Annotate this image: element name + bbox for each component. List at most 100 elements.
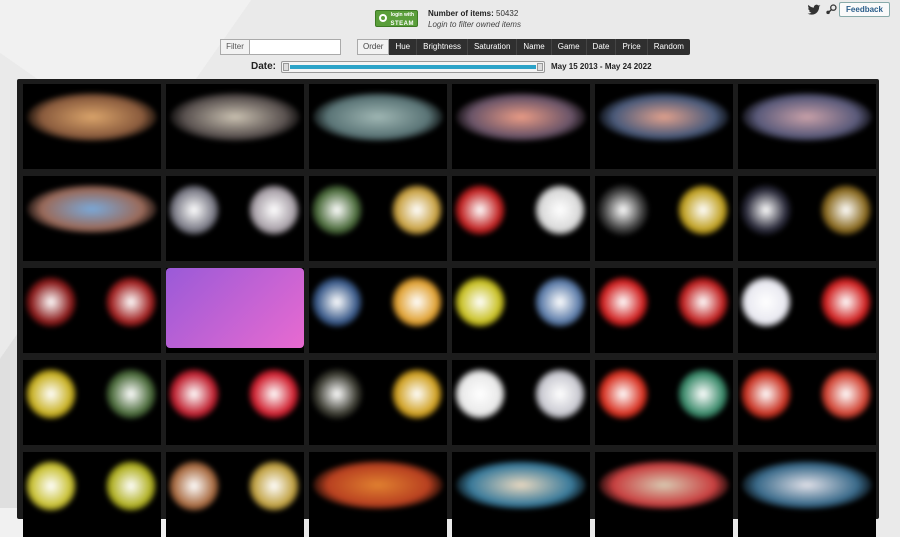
item-count-value: 50432 — [496, 9, 519, 18]
grid-item[interactable] — [166, 176, 304, 261]
date-range-slider[interactable] — [281, 61, 545, 73]
item-thumbnail — [248, 460, 300, 512]
item-thumbnail — [170, 92, 300, 142]
order-random-button[interactable]: Random — [647, 39, 690, 55]
item-thumbnail — [454, 368, 506, 420]
grid-item[interactable] — [738, 360, 876, 445]
steam-badge-top: login with — [390, 12, 414, 18]
item-thumbnail — [677, 368, 729, 420]
item-thumbnail — [820, 368, 872, 420]
item-count-box: Number of items: 50432 Login to filter o… — [428, 8, 521, 30]
grid-item[interactable] — [23, 452, 161, 537]
item-thumbnail — [599, 460, 729, 510]
grid-item[interactable] — [595, 268, 733, 353]
twitter-icon[interactable] — [807, 3, 821, 17]
item-thumbnail — [454, 276, 506, 328]
item-thumbnail — [313, 92, 443, 142]
item-thumbnail — [25, 368, 77, 420]
grid-item[interactable] — [595, 176, 733, 261]
grid-item[interactable] — [23, 360, 161, 445]
grid-item[interactable] — [309, 84, 447, 169]
item-thumbnail — [597, 184, 649, 236]
item-thumbnail — [311, 184, 363, 236]
magnifier-icon — [379, 14, 387, 22]
item-thumbnail — [599, 92, 729, 142]
grid-item[interactable] — [166, 84, 304, 169]
date-range-fill — [290, 65, 536, 69]
grid-item[interactable] — [452, 360, 590, 445]
grid-item[interactable] — [452, 84, 590, 169]
order-saturation-button[interactable]: Saturation — [467, 39, 518, 55]
grid-item[interactable] — [738, 84, 876, 169]
filter-input[interactable] — [250, 39, 341, 55]
steam-icon[interactable] — [824, 3, 838, 17]
item-thumbnail — [105, 276, 157, 328]
filter-group: Filter — [220, 39, 341, 55]
grid-item[interactable] — [166, 452, 304, 537]
item-thumbnail — [105, 368, 157, 420]
item-thumbnail — [248, 184, 300, 236]
steam-badge-brand: STEAM — [390, 21, 414, 27]
grid-item[interactable] — [23, 176, 161, 261]
item-thumbnail — [597, 368, 649, 420]
item-thumbnail — [456, 460, 586, 510]
order-date-button[interactable]: Date — [586, 39, 617, 55]
feedback-button[interactable]: Feedback — [839, 2, 890, 17]
filter-label: Filter — [220, 39, 250, 55]
grid-item[interactable] — [309, 176, 447, 261]
item-grid — [17, 79, 879, 537]
item-thumbnail — [248, 368, 300, 420]
item-thumbnail — [168, 368, 220, 420]
item-thumbnail — [313, 460, 443, 510]
date-range-start-handle[interactable] — [283, 63, 289, 71]
item-thumbnail — [168, 184, 220, 236]
steam-login-button[interactable]: login with STEAM — [375, 10, 418, 27]
item-thumbnail — [740, 276, 792, 328]
grid-item[interactable] — [452, 268, 590, 353]
item-thumbnail — [742, 460, 872, 510]
grid-item[interactable] — [166, 268, 304, 353]
item-thumbnail — [677, 276, 729, 328]
grid-item[interactable] — [595, 84, 733, 169]
grid-item[interactable] — [595, 360, 733, 445]
order-label: Order — [357, 39, 390, 55]
grid-item[interactable] — [23, 268, 161, 353]
grid-item[interactable] — [166, 360, 304, 445]
item-thumbnail — [311, 368, 363, 420]
grid-item[interactable] — [309, 452, 447, 537]
grid-item[interactable] — [309, 360, 447, 445]
item-thumbnail — [534, 276, 586, 328]
grid-item[interactable] — [309, 268, 447, 353]
item-thumbnail — [311, 276, 363, 328]
social-links — [807, 3, 838, 17]
grid-item[interactable] — [738, 176, 876, 261]
order-brightness-button[interactable]: Brightness — [417, 39, 468, 55]
item-thumbnail — [168, 460, 220, 512]
item-thumbnail — [454, 184, 506, 236]
item-count: Number of items: 50432 — [428, 8, 521, 19]
order-hue-button[interactable]: Hue — [389, 39, 418, 55]
item-thumbnail — [740, 184, 792, 236]
order-price-button[interactable]: Price — [616, 39, 648, 55]
item-thumbnail — [597, 276, 649, 328]
date-range-text: May 15 2013 - May 24 2022 — [551, 62, 652, 71]
item-thumbnail — [534, 184, 586, 236]
date-range-end-handle[interactable] — [537, 63, 543, 71]
item-thumbnail — [820, 184, 872, 236]
grid-item[interactable] — [452, 176, 590, 261]
item-thumbnail — [105, 460, 157, 512]
item-thumbnail — [742, 92, 872, 142]
grid-item[interactable] — [738, 268, 876, 353]
item-thumbnail — [820, 276, 872, 328]
grid-item[interactable] — [23, 84, 161, 169]
grid-item[interactable] — [595, 452, 733, 537]
order-name-button[interactable]: Name — [517, 39, 552, 55]
order-game-button[interactable]: Game — [551, 39, 587, 55]
item-thumbnail — [456, 92, 586, 142]
item-count-label: Number of items: — [428, 9, 494, 18]
grid-item[interactable] — [452, 452, 590, 537]
item-thumbnail — [166, 268, 304, 348]
grid-item[interactable] — [738, 452, 876, 537]
item-thumbnail — [391, 368, 443, 420]
login-hint: Login to filter owned items — [428, 20, 521, 29]
